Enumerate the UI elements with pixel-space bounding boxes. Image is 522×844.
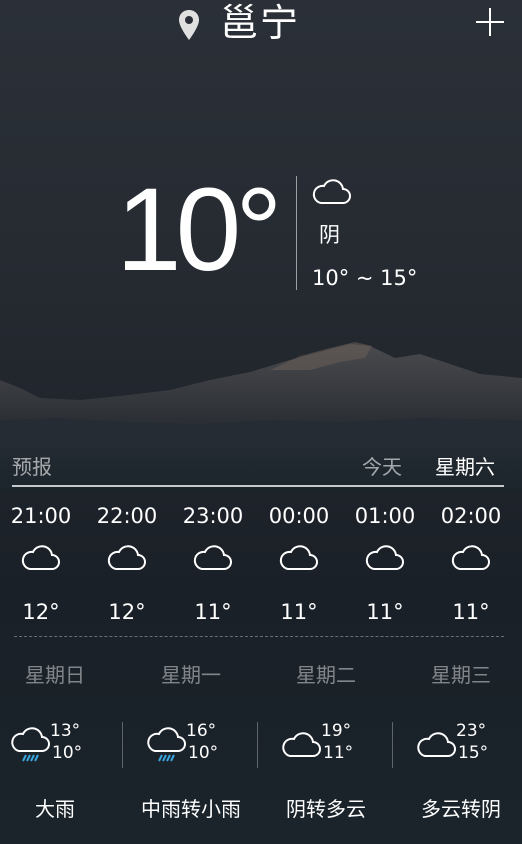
hour-temp: 11° xyxy=(194,600,232,624)
divider xyxy=(296,176,297,290)
hourly-item: 00:00 11° xyxy=(256,500,342,630)
cloud-icon xyxy=(451,545,490,570)
hourly-item: 01:00 11° xyxy=(342,500,428,630)
daily-item[interactable]: 星期一 16° 10° 中雨转小雨 xyxy=(126,658,256,844)
day-name: 星期日 xyxy=(25,663,85,687)
current-temp-range: 10° ~ 15° xyxy=(312,266,418,290)
cloud-icon xyxy=(107,545,146,570)
forecast-title: 预报 xyxy=(12,455,52,479)
daily-item[interactable]: 星期三 23° 15° 多云转阴 xyxy=(396,658,522,844)
tab-weekday[interactable]: 星期六 xyxy=(435,452,495,482)
cloud-icon xyxy=(193,545,232,570)
hourly-item: 02:00 11° xyxy=(428,500,514,630)
header-bar: 邕宁 xyxy=(0,0,522,50)
forecast-header: 预报 今天 星期六 xyxy=(12,452,504,484)
daily-item[interactable]: 星期日 13° 10° 大雨 xyxy=(0,658,120,844)
day-high: 16° xyxy=(186,721,217,741)
hour-time: 22:00 xyxy=(96,504,158,528)
hourly-item: 21:00 12° xyxy=(0,500,84,630)
forecast-divider xyxy=(12,485,504,487)
hourly-item: 23:00 11° xyxy=(170,500,256,630)
day-desc: 大雨 xyxy=(35,797,75,821)
city-name[interactable]: 邕宁 xyxy=(220,0,300,46)
hour-temp: 11° xyxy=(280,600,318,624)
hour-time: 23:00 xyxy=(182,504,244,528)
rain-cloud-icon xyxy=(147,727,186,762)
dashed-divider xyxy=(14,636,504,637)
cloud-icon xyxy=(417,732,456,757)
hourly-forecast[interactable]: 21:00 12° 22:00 12° 23:00 11° 00:00 11° … xyxy=(0,500,522,630)
day-high: 23° xyxy=(456,721,487,741)
day-desc: 中雨转小雨 xyxy=(141,797,241,821)
daily-forecast: 星期日 13° 10° 大雨 星期一 16° 10° 中雨转小雨 星期二 19°… xyxy=(0,658,522,844)
map-pin-icon xyxy=(179,10,199,40)
day-name: 星期一 xyxy=(161,663,221,687)
hour-temp: 12° xyxy=(22,600,60,624)
cloud-icon xyxy=(282,732,321,757)
hour-temp: 11° xyxy=(452,600,490,624)
add-city-button[interactable] xyxy=(474,6,506,38)
rain-cloud-icon xyxy=(11,727,50,762)
cloud-icon xyxy=(365,545,404,570)
day-low: 15° xyxy=(458,743,489,763)
day-name: 星期三 xyxy=(431,663,491,687)
day-desc: 阴转多云 xyxy=(286,797,366,821)
day-separator xyxy=(122,722,123,768)
hour-time: 00:00 xyxy=(268,504,330,528)
cloud-icon xyxy=(312,179,351,204)
hour-temp: 12° xyxy=(108,600,146,624)
day-low: 10° xyxy=(188,743,219,763)
hourly-item: 22:00 12° xyxy=(84,500,170,630)
hour-time: 21:00 xyxy=(10,504,72,528)
cloud-icon xyxy=(279,545,318,570)
day-high: 13° xyxy=(50,721,81,741)
day-name: 星期二 xyxy=(296,663,356,687)
day-desc: 多云转阴 xyxy=(421,797,501,821)
day-low: 11° xyxy=(323,743,354,763)
day-high: 19° xyxy=(321,721,352,741)
daily-item[interactable]: 星期二 19° 11° 阴转多云 xyxy=(261,658,391,844)
day-separator xyxy=(257,722,258,768)
current-temperature: 10° xyxy=(116,164,282,296)
tab-today[interactable]: 今天 xyxy=(362,452,402,482)
cloud-icon xyxy=(21,545,60,570)
hour-time: 01:00 xyxy=(354,504,416,528)
hour-temp: 11° xyxy=(366,600,404,624)
current-condition: 阴 xyxy=(319,223,340,247)
day-separator xyxy=(392,722,393,768)
day-low: 10° xyxy=(52,743,83,763)
hour-time: 02:00 xyxy=(440,504,502,528)
